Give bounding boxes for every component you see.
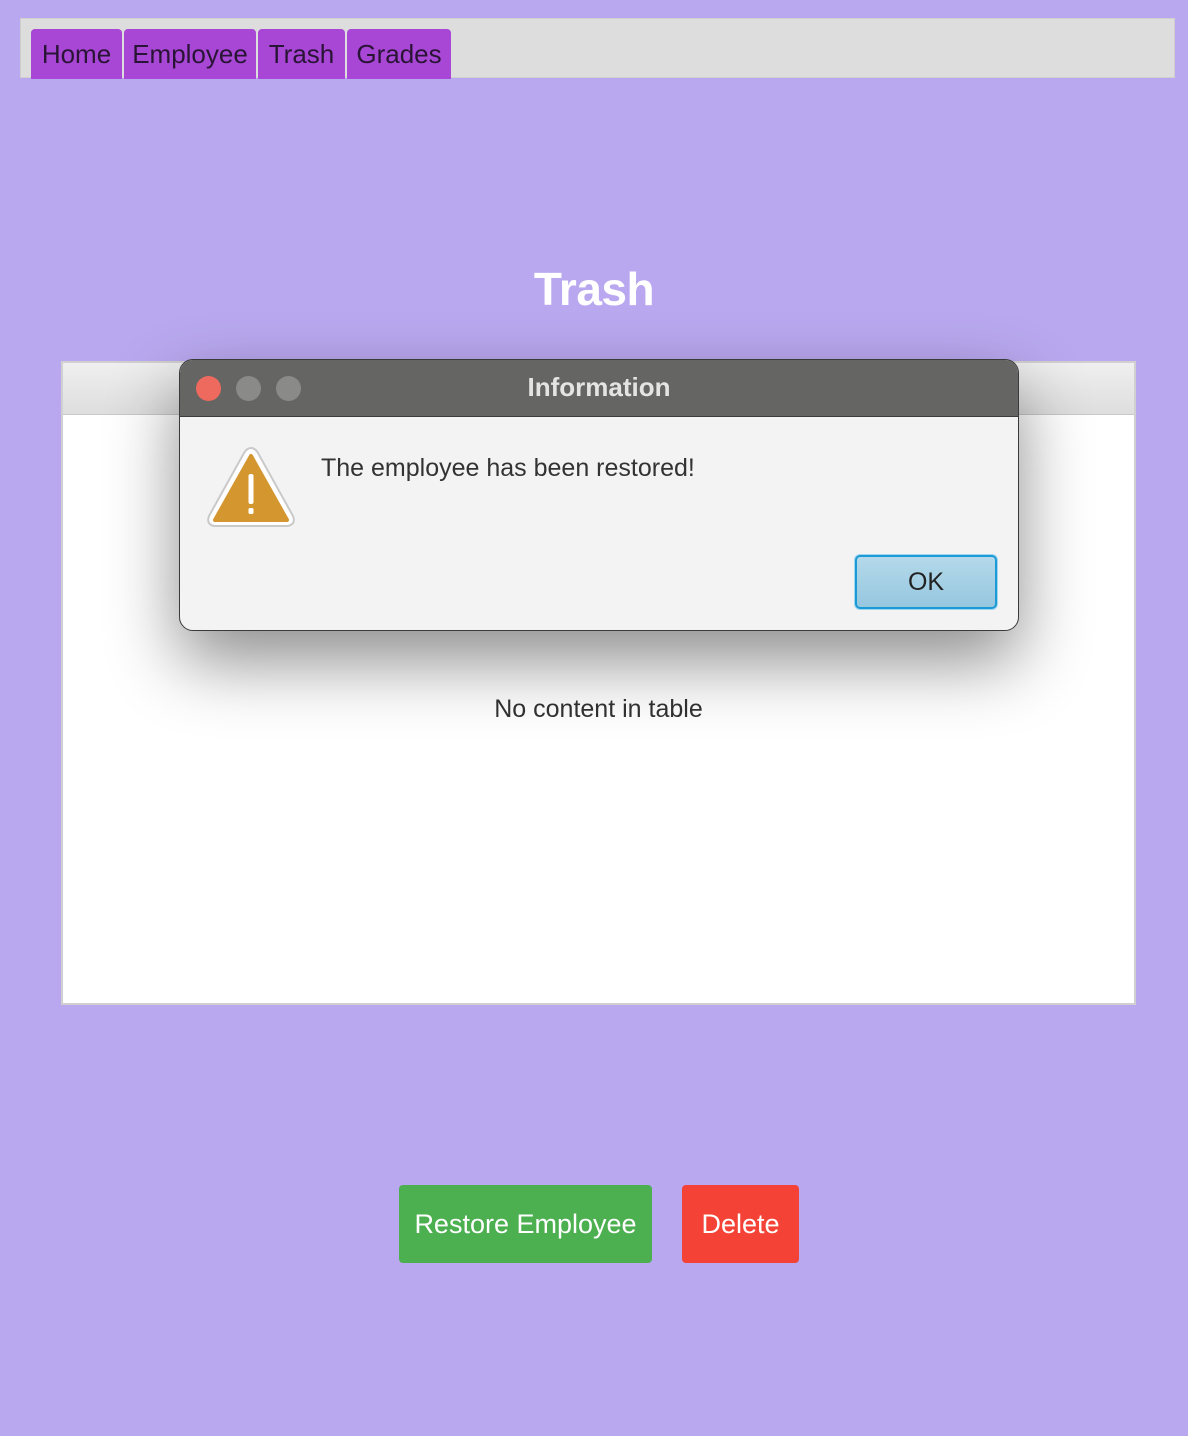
dialog-titlebar[interactable]: Information <box>180 360 1018 417</box>
menu-bar: Home Employee Trash Grades <box>20 18 1175 79</box>
table-placeholder: No content in table <box>494 695 703 723</box>
tab-home[interactable]: Home <box>31 29 122 79</box>
tab-grades[interactable]: Grades <box>347 29 451 79</box>
delete-button[interactable]: Delete <box>682 1185 799 1263</box>
ok-button[interactable]: OK <box>855 555 997 609</box>
information-dialog: Information The employee has been restor… <box>179 359 1019 631</box>
tab-employee[interactable]: Employee <box>124 29 256 79</box>
dialog-message: The employee has been restored! <box>321 454 695 482</box>
dialog-title: Information <box>527 372 671 402</box>
restore-employee-button[interactable]: Restore Employee <box>399 1185 652 1263</box>
tab-trash[interactable]: Trash <box>258 29 345 79</box>
warning-icon <box>207 446 295 527</box>
trash-page: Home Employee Trash Grades Trash No cont… <box>0 0 1188 1436</box>
page-title: Trash <box>533 263 655 315</box>
